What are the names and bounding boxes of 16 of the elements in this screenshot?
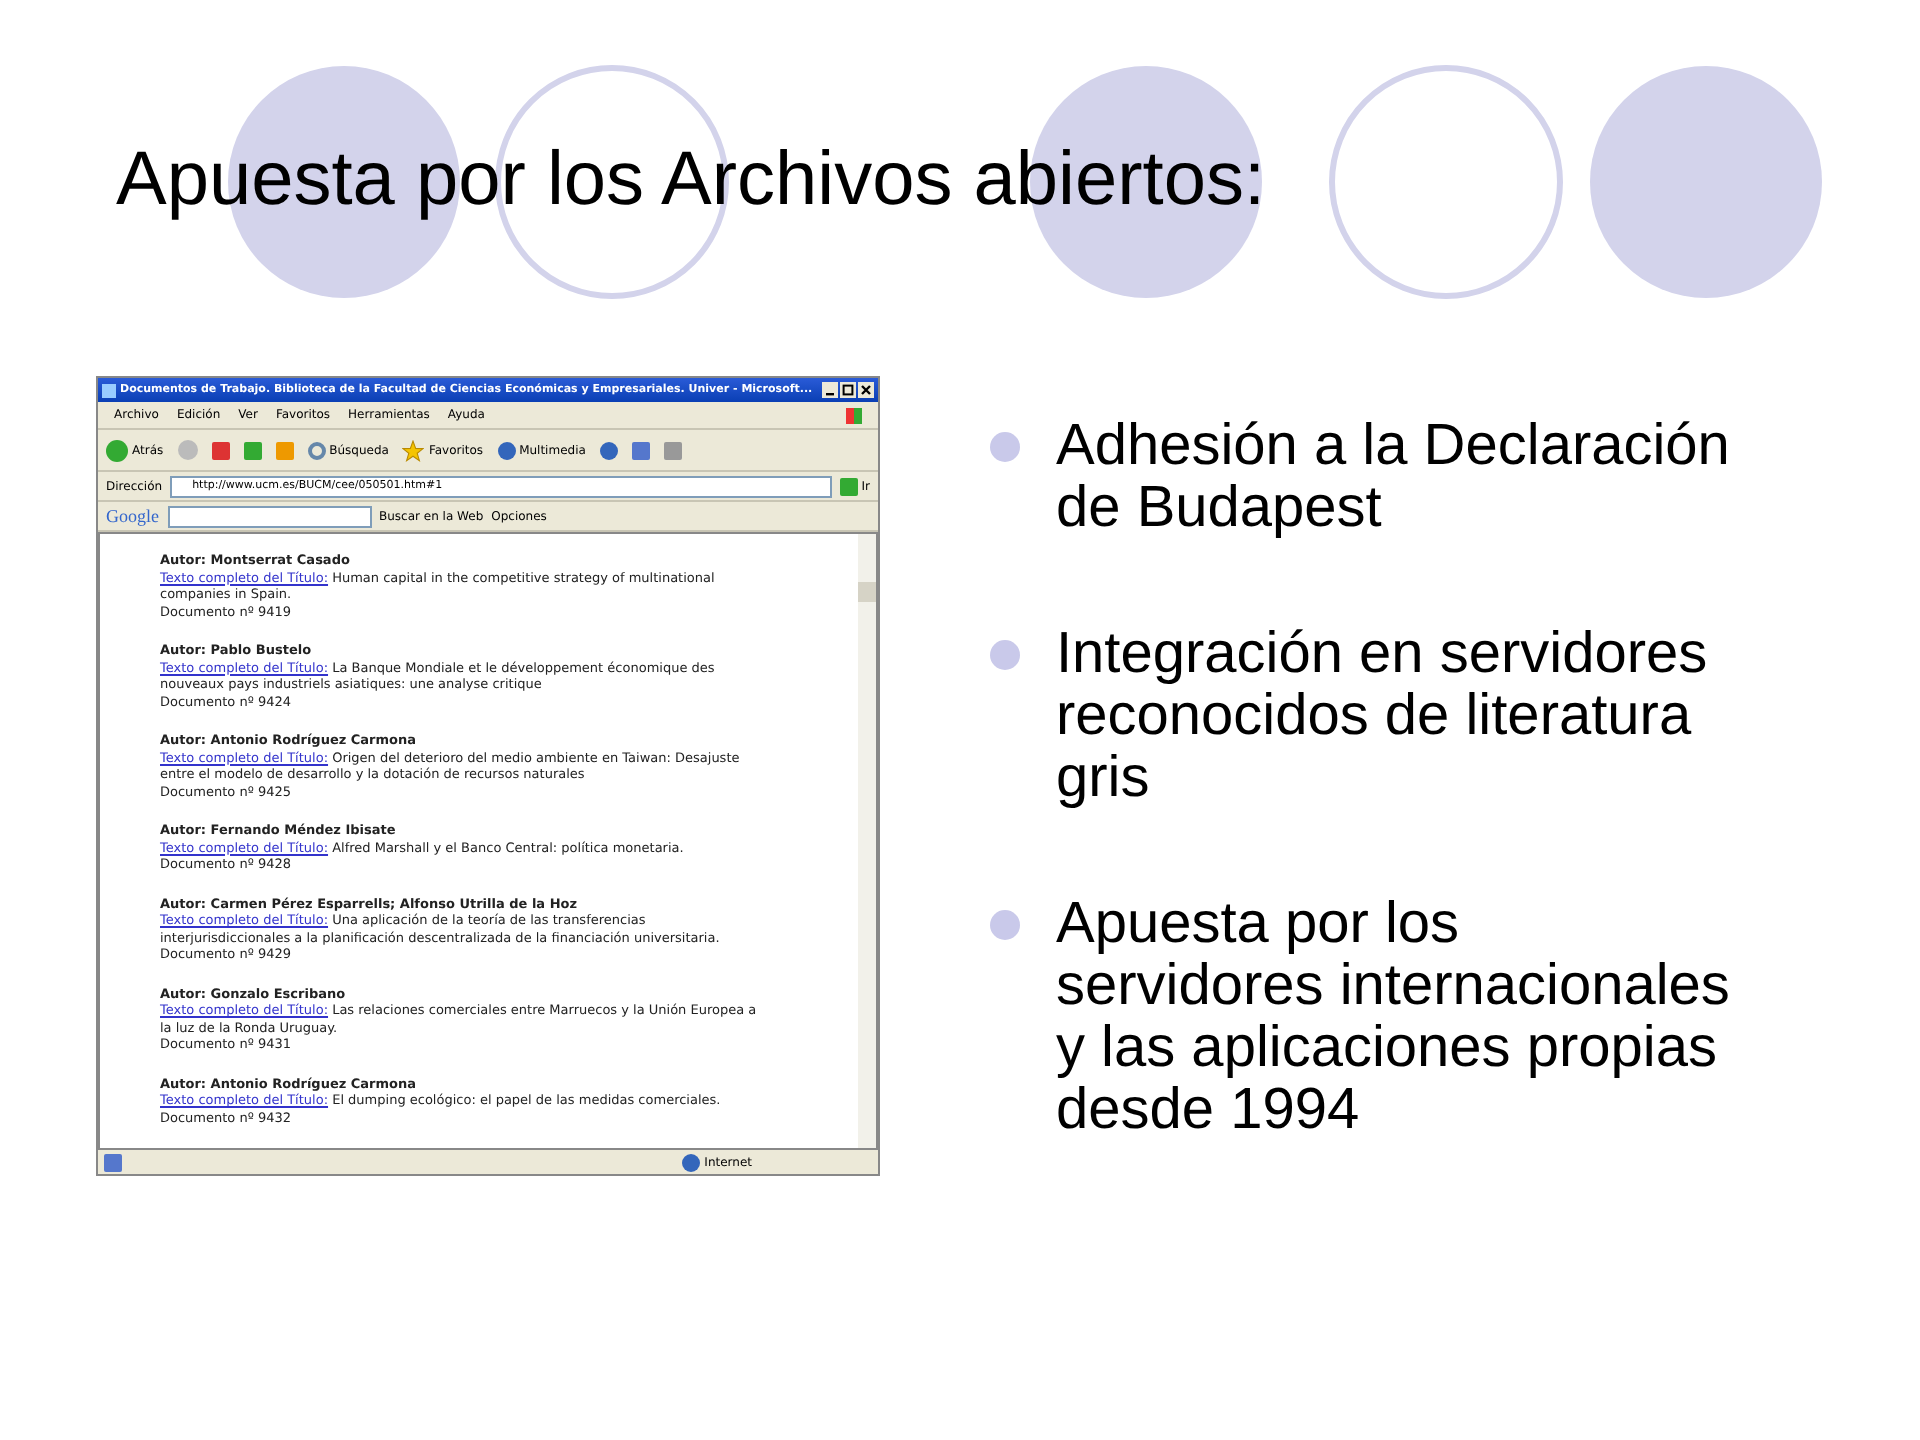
bullet-text: Adhesión a la Declaración de Budapest	[1056, 416, 1732, 540]
globe-icon	[497, 441, 516, 459]
bullet-icon	[990, 640, 1020, 670]
close-icon[interactable]	[858, 382, 874, 398]
google-search-field[interactable]	[167, 505, 371, 527]
maximize-icon[interactable]	[840, 382, 856, 398]
bullet-text: Apuesta por los servidores internacionales y las aplicaciones propias desde 1994	[1056, 894, 1732, 1142]
bullet-text: Integración en servidores reconocidos de literatura gris	[1056, 624, 1710, 810]
star-icon	[402, 439, 425, 461]
scrollbar[interactable]	[858, 534, 876, 1148]
globe-icon	[682, 1153, 701, 1171]
minimize-icon[interactable]	[822, 382, 838, 398]
google-logo: Google	[106, 506, 159, 526]
bullet-icon	[990, 910, 1020, 940]
slide-title: Apuesta por los Archivos abiertos:	[116, 136, 1266, 224]
bullet-icon	[990, 432, 1020, 462]
